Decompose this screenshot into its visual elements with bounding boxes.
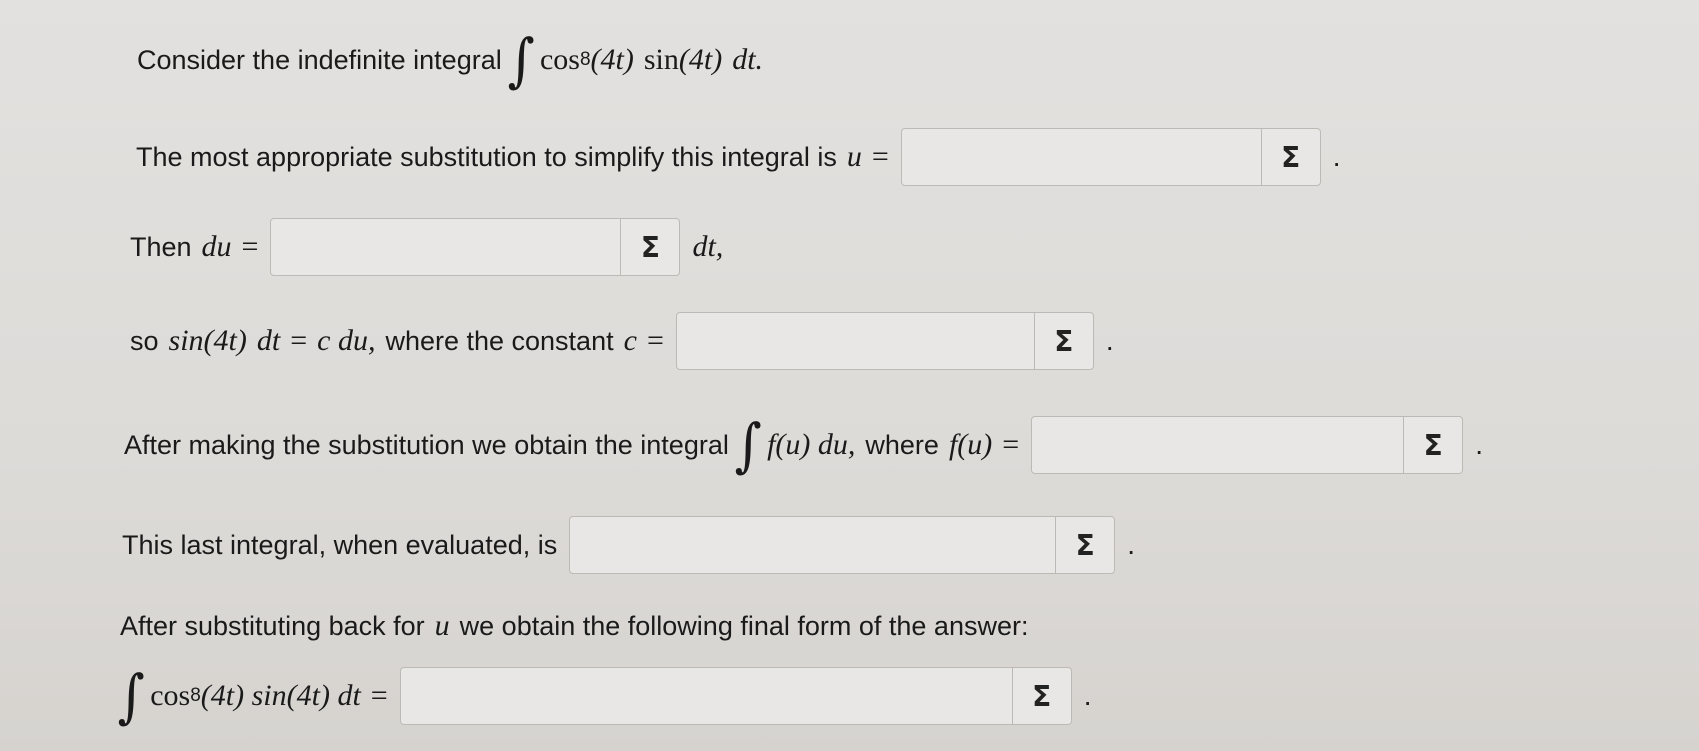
step-eval-row: This last integral, when evaluated, is Σ… [122,514,1135,576]
step-final-label-b: we obtain the following final form of th… [459,610,1029,641]
step-c-row: so sin(4t) dt = c du, where the constant… [130,310,1114,372]
step-u-var: u [846,140,862,173]
u-answer-input[interactable] [901,129,1261,185]
final-cos: cos [150,679,191,712]
step-c-end: . [1105,325,1114,356]
c-sigma-button[interactable]: Σ [1033,313,1093,369]
step-c-cdu: c du, [317,324,376,357]
step-f-func: f(u) [948,428,993,461]
u-sigma-button[interactable]: Σ [1260,129,1320,185]
step-final-answer-row: ∫ cos 8 (4t) sin(4t) dt = Σ . [112,656,1091,736]
du-answer-input[interactable] [271,219,621,275]
intro-arg: (4t) [590,43,634,76]
step-final-text-row: After substituting back for u we obtain … [120,606,1028,646]
step-du-suffix: dt, [692,230,724,263]
step-final-var: u [434,609,450,642]
step-f-row: After making the substitution we obtain … [124,405,1483,485]
step-f-where: where [865,429,939,460]
final-end: . [1083,680,1092,711]
step-c-sin: sin(4t) [168,324,247,357]
step-f-label: After making the substitution we obtain … [124,429,729,460]
final-power: 8 [190,685,201,706]
step-c-prefix: so [130,325,159,356]
eval-sigma-button[interactable]: Σ [1055,517,1114,573]
f-answer-box: Σ [1031,416,1464,474]
step-eval-end: . [1127,529,1136,560]
step-u-row: The most appropriate substitution to sim… [136,126,1341,188]
step-f-integrand: f(u) du, [767,428,856,461]
intro-cos: cos [539,43,580,76]
f-sigma-button[interactable]: Σ [1403,417,1462,473]
integral-sign-icon: ∫ [117,662,145,730]
step-final-label-a: After substituting back for [120,610,425,641]
final-answer-box: Σ [399,667,1072,725]
step-c-label: where the constant [385,325,614,356]
step-c-var: c [623,324,637,357]
final-rest: (4t) sin(4t) dt [200,679,361,712]
step-u-equals: = [871,140,889,173]
step-du-var: du [201,230,232,263]
integral-sign-icon: ∫ [507,26,535,94]
du-answer-box: Σ [270,218,681,276]
intro-sin: sin [643,43,679,76]
u-answer-box: Σ [900,128,1321,186]
intro-dt: dt [732,43,756,76]
intro-power: 8 [579,49,591,70]
eval-answer-input[interactable] [570,517,1056,573]
step-du-equals: = [241,230,259,263]
eval-answer-box: Σ [569,516,1116,574]
integral-sign-icon: ∫ [734,411,762,479]
intro-end: . [755,43,764,76]
c-answer-box: Σ [675,312,1094,370]
step-eval-label: This last integral, when evaluated, is [122,529,558,560]
step-du-row: Then du = Σ dt, [130,216,723,278]
du-sigma-button[interactable]: Σ [620,219,679,275]
c-answer-input[interactable] [676,313,1034,369]
step-c-equals: = [290,324,308,357]
f-answer-input[interactable] [1032,417,1404,473]
intro-text: Consider the indefinite integral [137,44,502,75]
step-c-dt: dt [256,324,281,357]
step-du-label: Then [130,231,192,262]
step-u-label: The most appropriate substitution to sim… [136,141,837,172]
question-intro: Consider the indefinite integral ∫ cos 8 … [137,20,763,100]
final-sigma-button[interactable]: Σ [1011,668,1071,724]
final-answer-input[interactable] [400,668,1012,724]
intro-sin-arg: (4t) [678,43,723,76]
step-f-end: . [1475,429,1483,460]
step-f-equals: = [1002,428,1020,461]
step-c-equals2: = [646,324,664,357]
step-u-end: . [1332,141,1341,172]
final-equals: = [370,679,388,712]
